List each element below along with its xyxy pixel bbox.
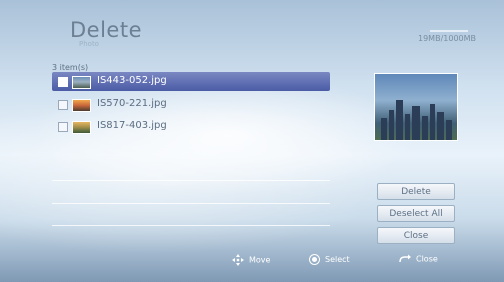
file-row[interactable]: IS817-403.jpg: [52, 117, 330, 136]
file-name: IS570-221.jpg: [97, 98, 167, 109]
back-arrow-icon: [399, 254, 411, 263]
divider: [52, 225, 330, 226]
divider: [52, 180, 330, 181]
checkbox[interactable]: [58, 77, 68, 87]
delete-photo-screen: Delete Photo 19MB/1000MB 3 item(s) IS443…: [0, 0, 504, 282]
file-row[interactable]: IS570-221.jpg: [52, 95, 330, 114]
checkbox[interactable]: [58, 122, 68, 132]
page-subtitle: Photo: [79, 40, 99, 48]
move-hint: Move: [232, 254, 270, 266]
file-row[interactable]: IS443-052.jpg: [52, 72, 330, 91]
select-button-icon: [309, 254, 320, 265]
deselect-all-button[interactable]: Deselect All: [377, 205, 455, 222]
footer-hints: Move Select Close: [0, 246, 504, 272]
file-name: IS443-052.jpg: [97, 75, 167, 86]
close-hint: Close: [398, 254, 438, 264]
close-label: Close: [416, 254, 438, 264]
close-button[interactable]: Close: [377, 227, 455, 244]
storage-usage: 19MB/1000MB: [418, 34, 477, 43]
storage-bar: [430, 30, 468, 32]
item-count: 3 item(s): [52, 63, 89, 72]
divider: [52, 203, 330, 204]
city-skyline-thumbnail-icon: [72, 76, 91, 89]
page-title: Delete: [70, 18, 142, 42]
photo-preview: [374, 73, 458, 141]
file-name: IS817-403.jpg: [97, 120, 167, 131]
select-hint: Select: [309, 254, 350, 265]
checkbox[interactable]: [58, 100, 68, 110]
landscape-thumbnail-icon: [72, 121, 91, 134]
move-arrows-icon: [232, 254, 244, 266]
move-label: Move: [249, 255, 271, 265]
delete-button[interactable]: Delete: [377, 183, 455, 200]
sunset-thumbnail-icon: [72, 99, 91, 112]
select-label: Select: [325, 255, 350, 264]
